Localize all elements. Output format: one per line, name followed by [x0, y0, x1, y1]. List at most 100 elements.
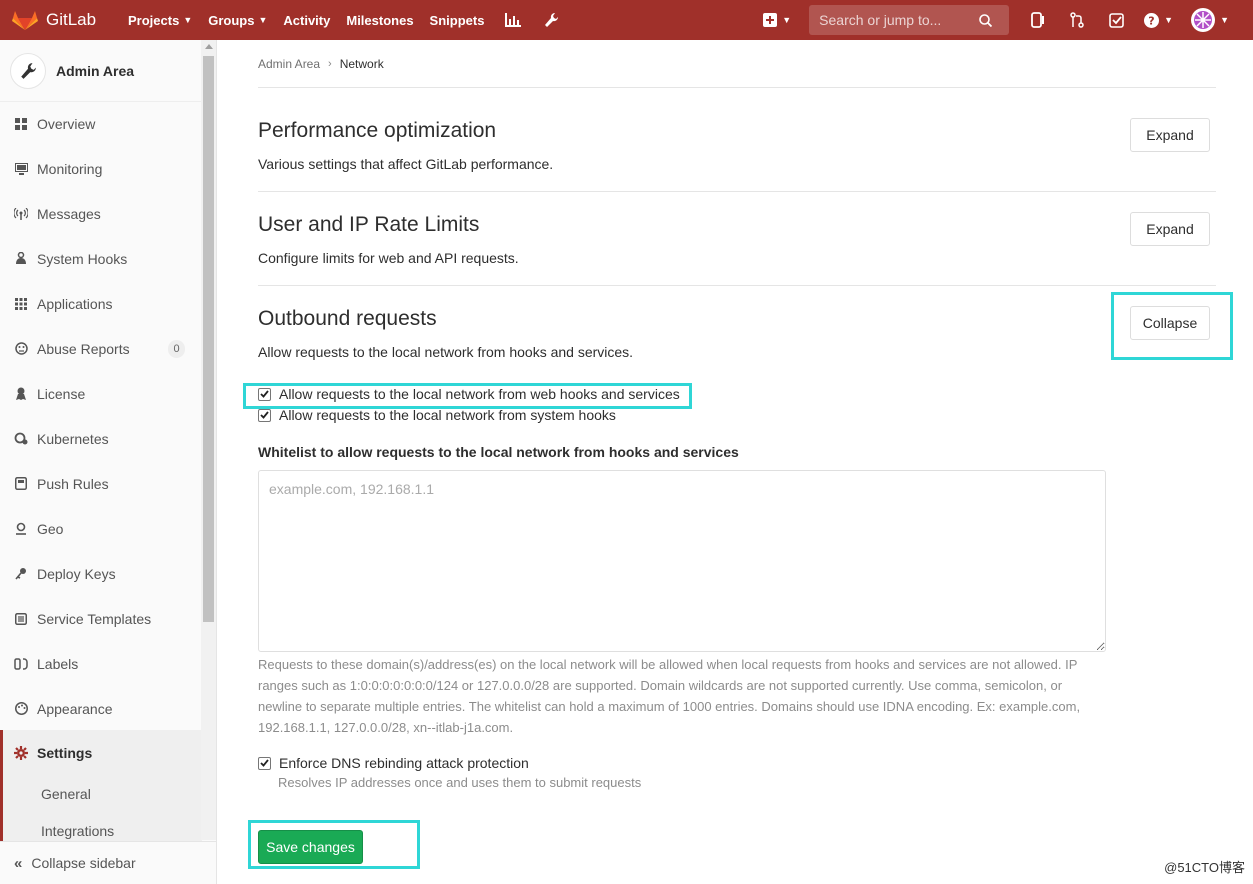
- section-desc-outbound: Allow requests to the local network from…: [258, 344, 634, 360]
- sidebar-item-deploy-keys[interactable]: Deploy Keys: [0, 551, 202, 596]
- search-input[interactable]: [819, 12, 980, 28]
- hook-icon: [14, 252, 28, 266]
- sidebar-toggle-icon[interactable]: [1027, 9, 1049, 31]
- scroll-up-arrow-icon[interactable]: [205, 44, 213, 49]
- wrench-icon[interactable]: [542, 11, 560, 29]
- top-navbar: GitLab Projects ▼ Groups ▼ Activity Milest…: [0, 0, 1253, 40]
- sidebar-item-label: Settings: [37, 744, 93, 761]
- admin-sidebar: Admin Area Overview Monitoring Messages …: [0, 40, 217, 884]
- sidebar-item-label: Geo: [37, 520, 64, 537]
- nav-snippets[interactable]: Snippets: [430, 13, 485, 28]
- section-title-performance: Performance optimization: [258, 119, 497, 142]
- expand-rate-limits-button[interactable]: Expand: [1130, 212, 1210, 246]
- sidebar-item-appearance[interactable]: Appearance: [0, 686, 202, 731]
- push-rules-icon: [14, 477, 28, 491]
- abuse-icon: [14, 342, 28, 356]
- overview-grid-icon: [14, 117, 28, 131]
- template-icon: [14, 612, 28, 626]
- merge-request-icon[interactable]: [1066, 9, 1088, 31]
- chevron-down-icon: ▼: [1220, 15, 1229, 25]
- sidebar-item-geo[interactable]: Geo: [0, 506, 202, 551]
- allow-system-hooks-checkbox[interactable]: [258, 408, 271, 422]
- palette-icon: [14, 702, 28, 716]
- sidebar-item-label: License: [37, 385, 86, 402]
- wrench-icon: [10, 52, 46, 89]
- chart-icon[interactable]: [504, 11, 522, 29]
- chevron-down-icon: ▼: [782, 15, 792, 25]
- sidebar-item-messages[interactable]: Messages: [0, 191, 202, 236]
- scrollbar-thumb[interactable]: [203, 56, 214, 622]
- nav-label: Groups: [208, 12, 255, 28]
- collapse-sidebar-button[interactable]: « Collapse sidebar: [0, 841, 216, 884]
- section-title-rate-limits: User and IP Rate Limits: [258, 213, 480, 236]
- sidebar-title: Admin Area: [56, 62, 135, 79]
- divider: [258, 285, 1216, 286]
- highlight-checkbox-annotation: [243, 383, 692, 409]
- dns-rebinding-row[interactable]: Enforce DNS rebinding attack protection: [258, 755, 529, 771]
- dns-rebinding-checkbox[interactable]: [258, 756, 271, 770]
- expand-performance-button[interactable]: Expand: [1130, 118, 1210, 152]
- sidebar-item-label: System Hooks: [37, 250, 128, 267]
- todo-icon[interactable]: [1105, 9, 1127, 31]
- chevron-down-icon: ▼: [183, 15, 193, 25]
- watermark: @51CTO博客: [1164, 860, 1245, 875]
- broadcast-icon: [14, 207, 28, 221]
- breadcrumb-current[interactable]: Network: [340, 57, 384, 71]
- section-title-outbound: Outbound requests: [258, 307, 437, 330]
- checkmark-icon: [260, 759, 269, 767]
- sidebar-item-abuse-reports[interactable]: Abuse Reports 0: [0, 326, 202, 371]
- highlight-save-annotation: [248, 820, 420, 869]
- sidebar-item-label: Monitoring: [37, 160, 103, 177]
- nav-milestones[interactable]: Milestones: [346, 13, 413, 28]
- divider: [258, 87, 1216, 88]
- plus-square-icon: [763, 13, 778, 27]
- sidebar-item-license[interactable]: License: [0, 371, 202, 416]
- avatar: [1191, 8, 1216, 32]
- sidebar-item-system-hooks[interactable]: System Hooks: [0, 236, 202, 281]
- sidebar-item-label: Service Templates: [37, 610, 152, 627]
- brand-name: GitLab: [46, 10, 97, 29]
- whitelist-textarea[interactable]: [258, 470, 1106, 652]
- allow-system-hooks-row[interactable]: Allow requests to the local network from…: [258, 407, 616, 423]
- breadcrumb-parent[interactable]: Admin Area: [258, 57, 320, 71]
- chevron-right-icon: ›: [328, 58, 332, 70]
- sidebar-subitem-general[interactable]: General: [41, 786, 91, 802]
- key-icon: [14, 567, 28, 581]
- dns-rebinding-help: Resolves IP addresses once and uses them…: [278, 775, 642, 790]
- sidebar-scrollbar[interactable]: [201, 40, 216, 840]
- sidebar-item-label: Appearance: [37, 700, 113, 717]
- sidebar-item-label: Deploy Keys: [37, 565, 116, 582]
- checkmark-icon: [260, 411, 269, 419]
- sidebar-item-settings[interactable]: Settings: [0, 730, 202, 775]
- sidebar-subitem-integrations[interactable]: Integrations: [41, 823, 114, 839]
- divider: [258, 191, 1216, 192]
- double-chevron-left-icon: «: [14, 854, 23, 872]
- nav-projects[interactable]: Projects ▼: [128, 13, 192, 28]
- sidebar-header[interactable]: Admin Area: [0, 40, 202, 102]
- nav-label: Activity: [283, 12, 331, 28]
- sidebar-item-kubernetes[interactable]: Kubernetes: [0, 416, 202, 461]
- help-dropdown[interactable]: ? ▼: [1144, 12, 1173, 28]
- sidebar-item-push-rules[interactable]: Push Rules: [0, 461, 202, 506]
- sidebar-item-overview[interactable]: Overview: [0, 101, 202, 146]
- sidebar-item-service-templates[interactable]: Service Templates: [0, 596, 202, 641]
- dns-rebinding-label: Enforce DNS rebinding attack protection: [279, 755, 529, 771]
- sidebar-item-monitoring[interactable]: Monitoring: [0, 146, 202, 191]
- user-menu[interactable]: ▼: [1191, 8, 1229, 32]
- sidebar-item-label: Applications: [37, 295, 113, 312]
- nav-groups[interactable]: Groups ▼: [208, 13, 267, 28]
- section-desc-rate-limits: Configure limits for web and API request…: [258, 250, 519, 266]
- new-item-dropdown[interactable]: ▼: [763, 13, 791, 27]
- gitlab-logo[interactable]: GitLab: [12, 9, 112, 31]
- svg-text:?: ?: [1148, 14, 1154, 27]
- count-badge: 0: [168, 339, 185, 358]
- whitelist-label: Whitelist to allow requests to the local…: [258, 444, 739, 460]
- sidebar-item-applications[interactable]: Applications: [0, 281, 202, 326]
- sidebar-item-labels[interactable]: Labels: [0, 641, 202, 686]
- sidebar-item-label: Abuse Reports: [37, 340, 130, 357]
- search-box[interactable]: [809, 5, 1010, 35]
- nav-activity[interactable]: Activity: [283, 13, 330, 28]
- nav-label: Snippets: [429, 12, 485, 28]
- kubernetes-icon: [14, 432, 28, 446]
- sidebar-item-label: Push Rules: [37, 475, 109, 492]
